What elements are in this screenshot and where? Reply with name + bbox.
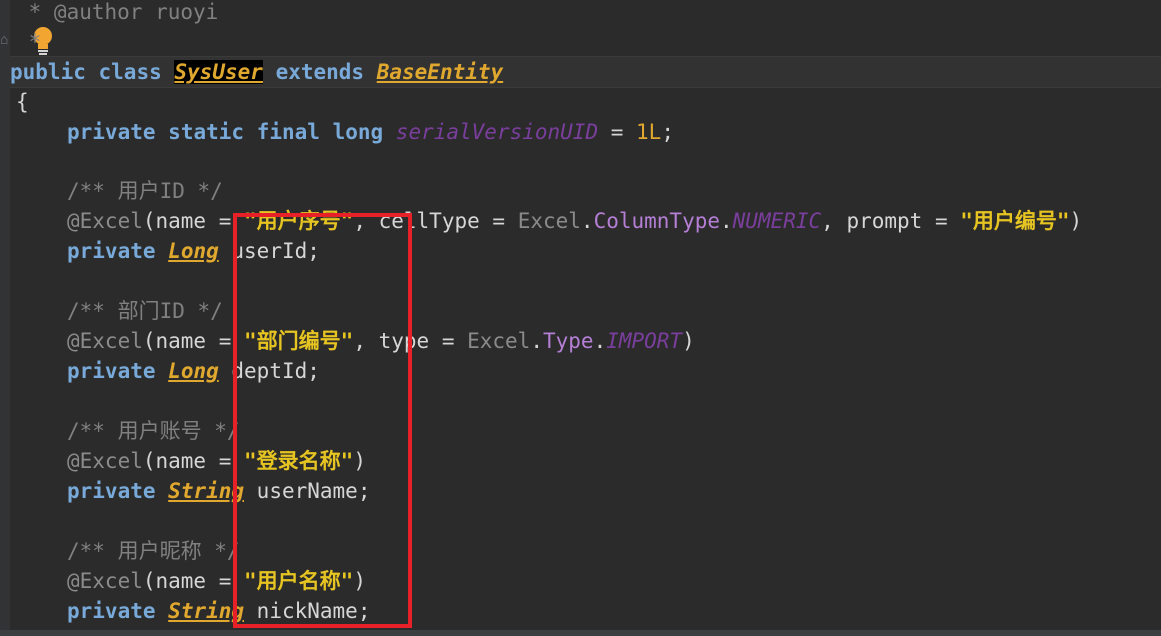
semicolon: ; — [661, 120, 674, 144]
enum-value: NUMERIC — [732, 209, 822, 233]
field-comment-nickname: /** 用户昵称 */ — [67, 539, 240, 563]
excel-ref: Excel — [467, 329, 531, 353]
type-ref: ColumnType — [593, 209, 720, 233]
field-comment-username: /** 用户账号 */ — [67, 419, 240, 443]
red-highlight-box — [233, 213, 412, 628]
annotation-line-userid: @Excel(name = "用户序号", cellType = Excel.C… — [16, 206, 1161, 236]
annotation-open: (name = — [142, 329, 245, 353]
type-link[interactable]: Long — [168, 239, 219, 263]
editor-bottom-edge — [0, 630, 1161, 636]
keyword-private: private — [67, 120, 156, 144]
field-decl-nickname: private String nickName; — [16, 596, 1161, 626]
keyword-final: final — [256, 120, 320, 144]
annotation-open: (name = — [142, 209, 245, 233]
annotation-close: ) — [1069, 209, 1083, 233]
fold-marker-icon[interactable]: ⌂ — [0, 32, 8, 48]
keyword-private: private — [67, 599, 156, 623]
annotation-param: , prompt = — [821, 209, 961, 233]
annotation-name[interactable]: @Excel — [67, 209, 143, 233]
annotation-name[interactable]: @Excel — [67, 329, 143, 353]
editor-gutter: ⌂ — [0, 0, 10, 636]
parent-class-link[interactable]: BaseEntity — [377, 60, 503, 84]
keyword-public: public — [10, 60, 86, 84]
annotation-name[interactable]: @Excel — [67, 449, 143, 473]
field-decl-username: private String userName; — [16, 476, 1161, 506]
keyword-extends: extends — [275, 60, 365, 84]
dot: . — [593, 329, 607, 353]
keyword-private: private — [67, 239, 156, 263]
dot: . — [720, 209, 733, 233]
annotation-line-deptid: @Excel(name = "部门编号", type = Excel.Type.… — [16, 326, 1161, 356]
keyword-class: class — [98, 60, 162, 84]
type-link[interactable]: Long — [168, 359, 219, 383]
type-ref: Type — [542, 329, 594, 353]
field-decl-userid: private Long userId; — [16, 236, 1161, 266]
class-name[interactable]: SysUser — [174, 60, 263, 84]
enum-value: IMPORT — [606, 329, 683, 353]
keyword-static: static — [168, 120, 245, 144]
serial-field-name: serialVersionUID — [395, 120, 599, 144]
dot: . — [580, 209, 594, 233]
class-declaration-line: public class SysUser extends BaseEntity — [10, 56, 1161, 88]
string-literal: "用户编号" — [960, 209, 1070, 233]
equals-sign: = — [598, 120, 637, 144]
keyword-private: private — [67, 359, 156, 383]
annotation-name[interactable]: @Excel — [67, 569, 143, 593]
annotation-open: (name = — [142, 449, 245, 473]
field-decl-deptid: private Long deptId; — [16, 356, 1161, 386]
excel-ref: Excel — [517, 209, 581, 233]
field-comment-userid: /** 用户ID */ — [67, 179, 223, 203]
annotation-close: ) — [682, 329, 695, 353]
keyword-long: long — [332, 120, 384, 144]
annotation-open: (name = — [142, 569, 245, 593]
doc-comment-end: * — [16, 30, 42, 54]
field-comment-deptid: /** 部门ID */ — [67, 299, 223, 323]
keyword-private: private — [67, 479, 156, 503]
open-brace: { — [16, 90, 29, 114]
dot: . — [530, 329, 543, 353]
annotation-line-username: @Excel(name = "登录名称") — [16, 446, 1161, 476]
serial-value: 1L — [636, 120, 662, 144]
annotation-line-nickname: @Excel(name = "用户名称") — [16, 566, 1161, 596]
doc-comment-author: * @author ruoyi — [16, 0, 219, 24]
serial-version-line: private static final long serialVersionU… — [16, 117, 1161, 147]
